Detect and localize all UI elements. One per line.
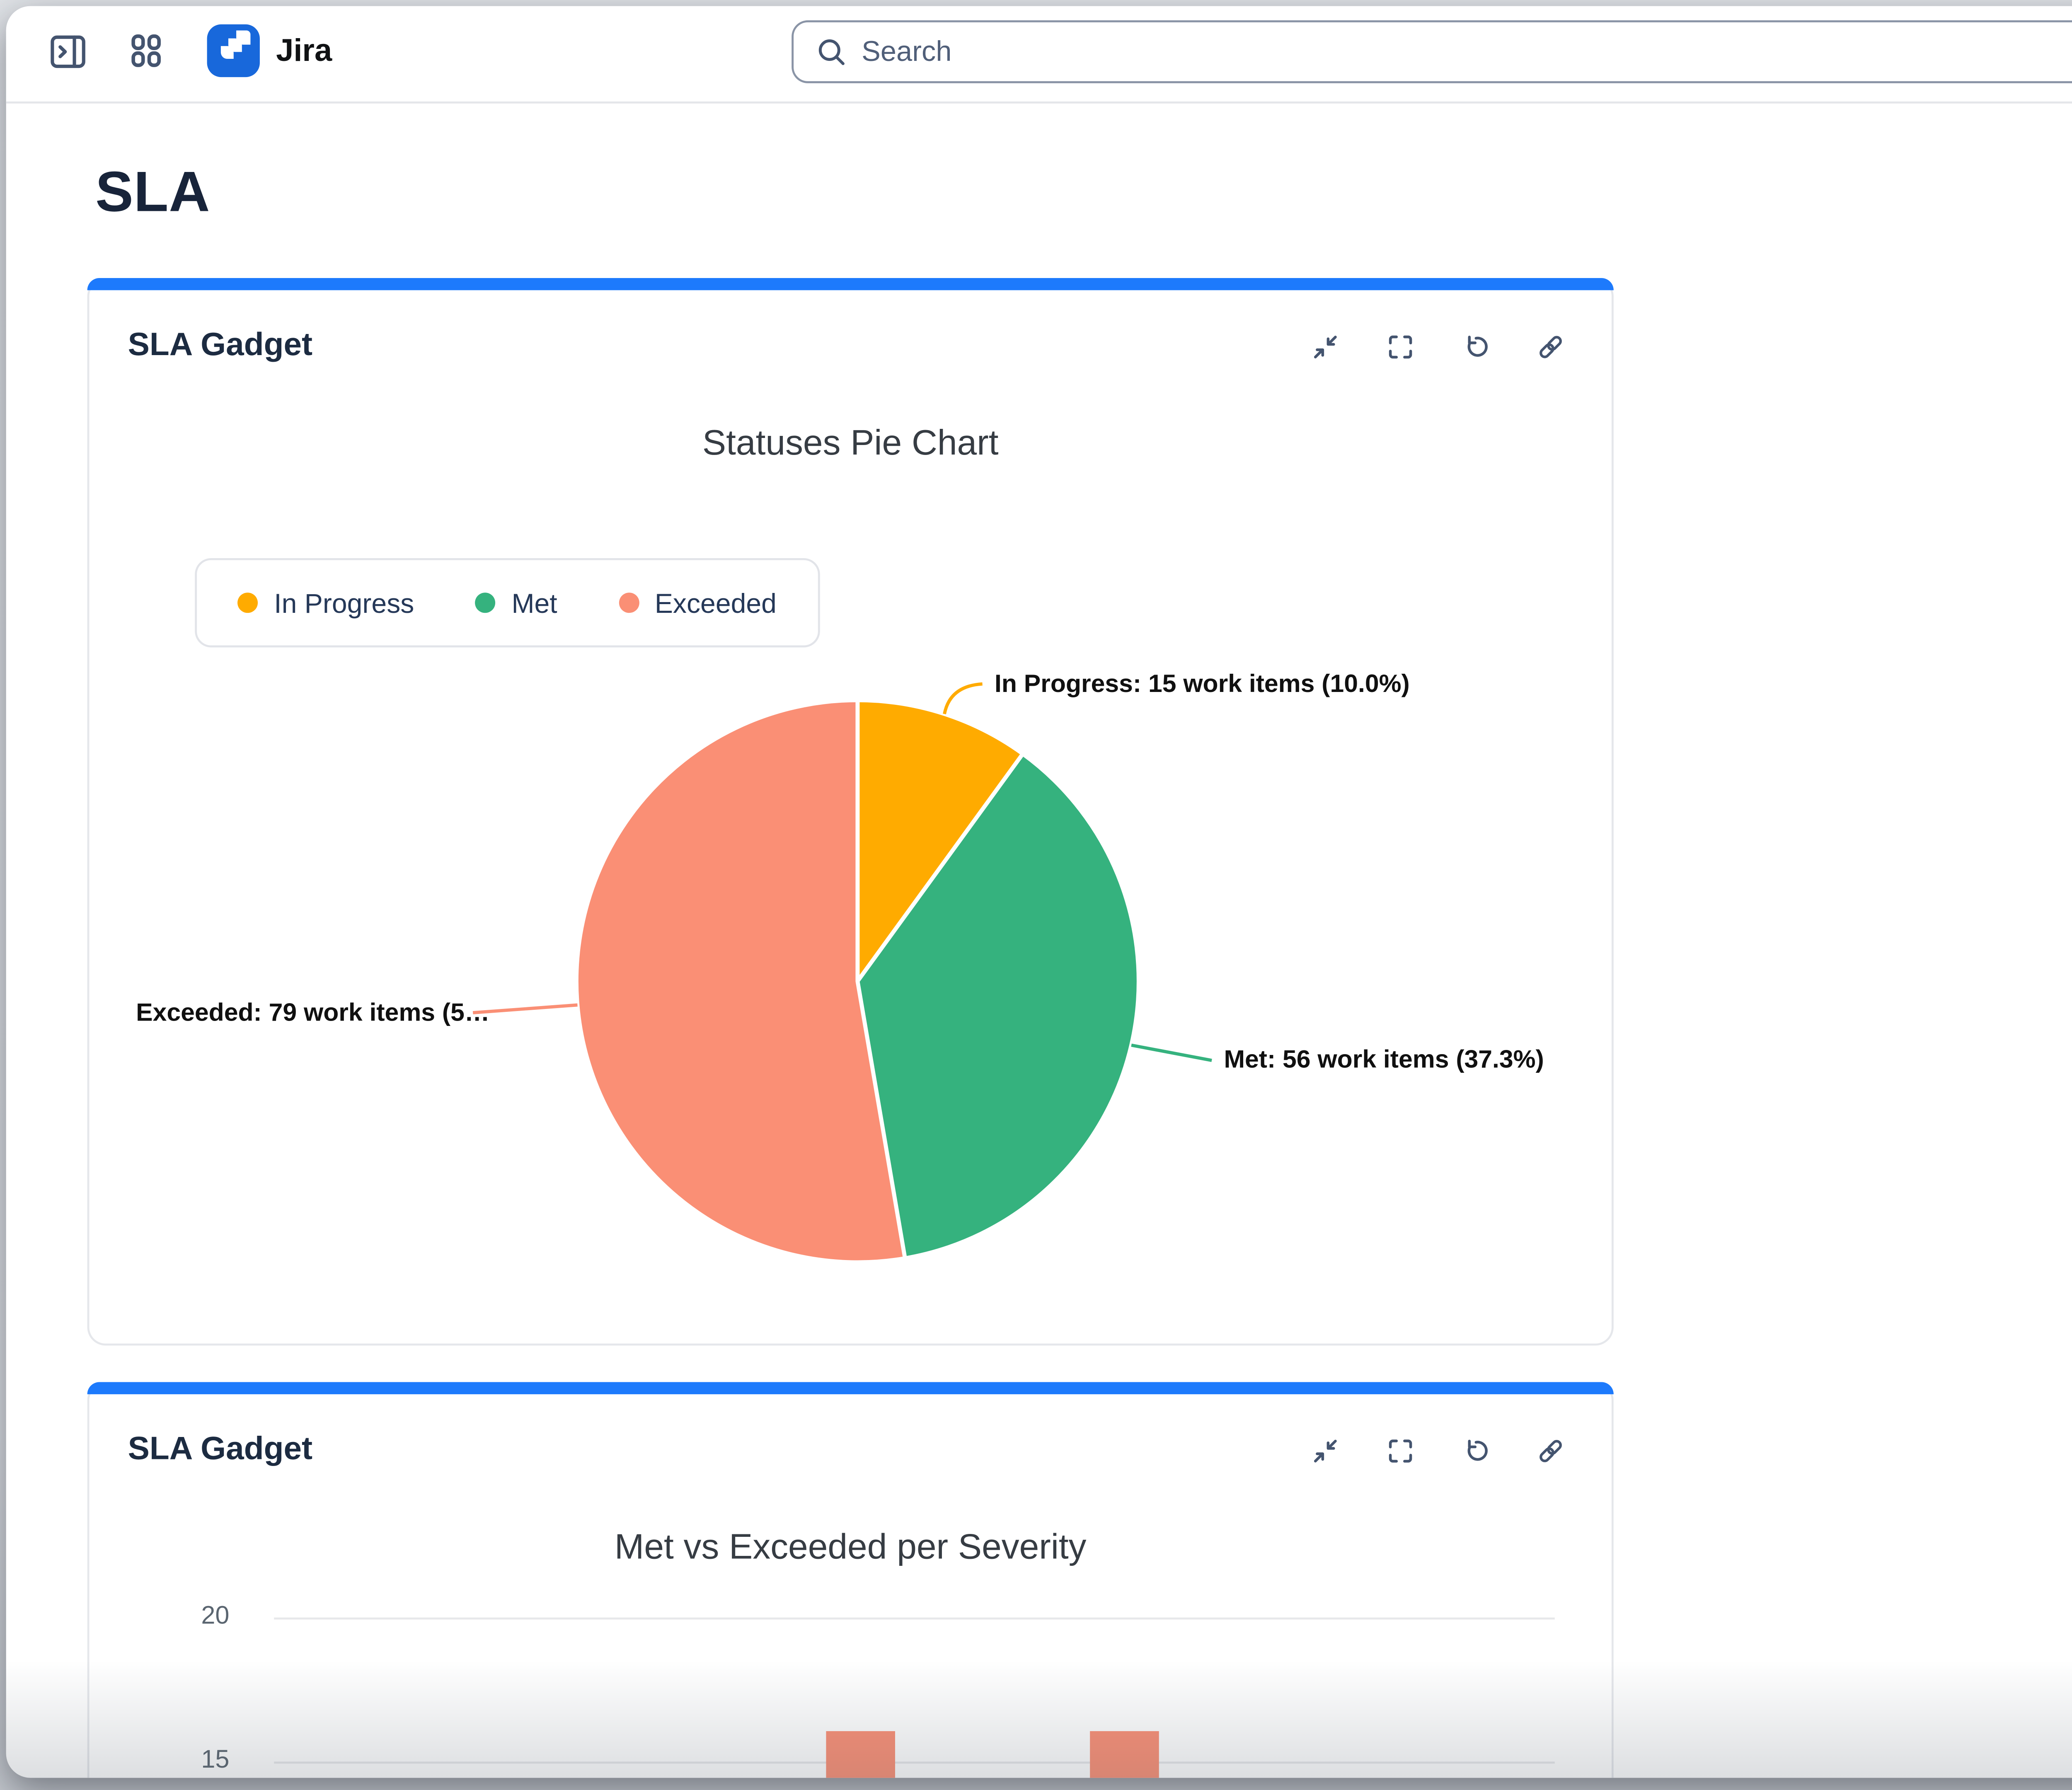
app-name[interactable]: Jira xyxy=(276,34,332,70)
pie-callout-met: Met: 56 work items (37.3%) xyxy=(1224,1045,1544,1075)
y-tick-20: 20 xyxy=(140,1600,230,1629)
jira-logo[interactable] xyxy=(207,24,260,77)
pie-slice-exceeded[interactable] xyxy=(576,700,905,1263)
y-tick-15: 15 xyxy=(140,1744,230,1773)
app-switcher-button[interactable] xyxy=(122,27,171,75)
sidebar-expand-icon xyxy=(46,29,88,72)
bar-exceeded-1[interactable] xyxy=(1089,1732,1158,1778)
jira-logo-icon xyxy=(209,21,258,80)
screen: Jira Create xyxy=(0,0,2072,1790)
jira-window: Jira Create xyxy=(6,6,2072,1778)
bar-exceeded-0[interactable] xyxy=(826,1732,895,1778)
gridline-20 xyxy=(274,1616,1555,1620)
sla-gadget-bar-card: SLA Gadget xyxy=(87,1382,1614,1778)
pie-callout-exceeded: Exceeded: 79 work items (5… xyxy=(136,997,489,1028)
expand-sidebar-button[interactable] xyxy=(43,27,92,75)
top-navigation-bar: Jira Create xyxy=(6,6,2072,104)
bar-chart: 2015 xyxy=(90,1384,1612,1778)
app-grid-icon xyxy=(126,30,167,71)
gridline-15 xyxy=(274,1761,1555,1764)
search-box xyxy=(791,19,2072,82)
pie-leader-line xyxy=(1131,1045,1212,1060)
pie-leader-line xyxy=(944,684,983,714)
page-title: SLA xyxy=(95,160,210,225)
search-input[interactable] xyxy=(857,23,2072,78)
pie-chart xyxy=(90,280,1616,1347)
sla-gadget-pie-card: SLA Gadget xyxy=(87,278,1614,1345)
pie-callout-in-progress: In Progress: 15 work items (10.0%) xyxy=(995,669,1410,699)
